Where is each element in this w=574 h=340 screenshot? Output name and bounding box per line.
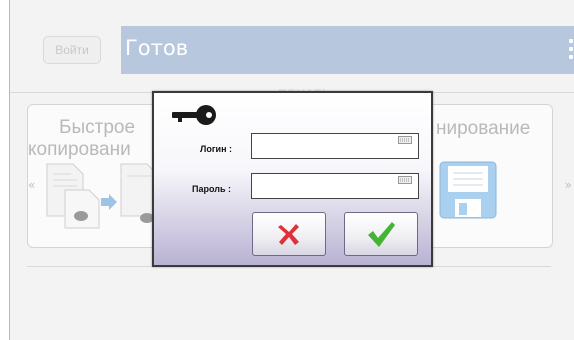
next-page-icon[interactable]: » xyxy=(565,178,572,192)
prev-page-icon[interactable]: « xyxy=(28,178,35,192)
login-button[interactable]: Войти xyxy=(43,36,101,64)
login-dialog: Логин : Пароль : xyxy=(152,91,433,267)
status-text: Готов xyxy=(125,36,189,60)
password-field[interactable] xyxy=(251,173,419,199)
quick-copy-icon[interactable] xyxy=(43,160,163,230)
checkmark-icon xyxy=(368,222,395,247)
save-icon[interactable] xyxy=(439,161,497,219)
password-label: Пароль : xyxy=(192,184,231,194)
more-menu-icon[interactable] xyxy=(569,39,573,63)
key-icon xyxy=(172,105,216,125)
top-bar: Войти Готов xyxy=(10,0,574,93)
ok-button[interactable] xyxy=(344,212,418,256)
cancel-button[interactable] xyxy=(252,212,326,256)
login-label: Логин : xyxy=(200,144,233,154)
scan-label: нирование xyxy=(436,118,531,139)
login-field[interactable] xyxy=(251,133,419,159)
quick-copy-label-line1: Быстрое xyxy=(59,117,136,138)
status-bar: Готов xyxy=(121,26,574,74)
keyboard-icon[interactable] xyxy=(398,136,412,144)
quick-copy-label-line2: копировани xyxy=(28,139,131,160)
cancel-icon xyxy=(278,224,299,245)
keyboard-icon[interactable] xyxy=(398,176,412,184)
